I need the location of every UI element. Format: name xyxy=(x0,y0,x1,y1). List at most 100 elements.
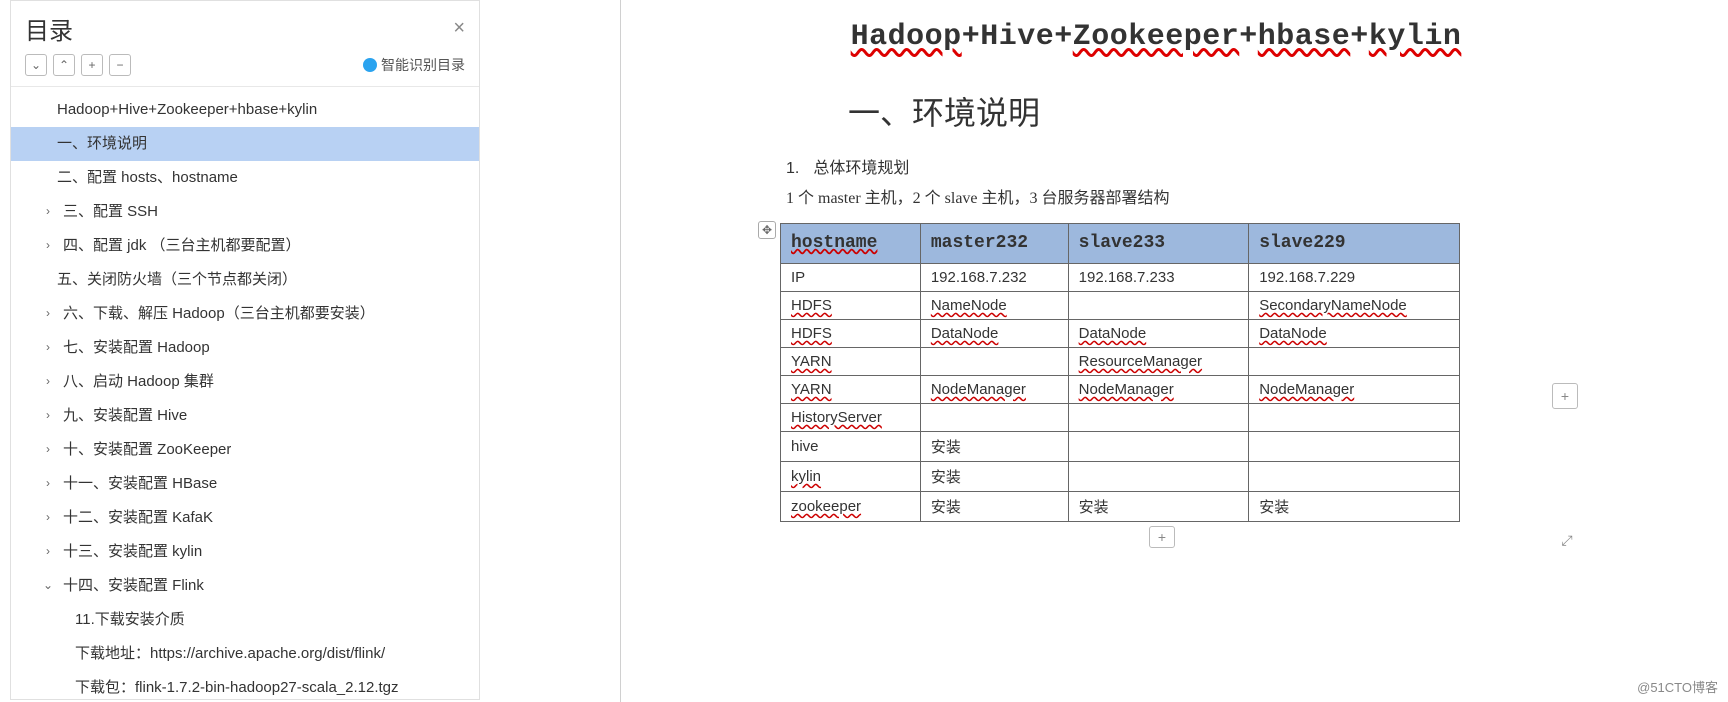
outline-item[interactable]: ›七、安装配置 Hadoop xyxy=(11,331,479,365)
table-cell[interactable] xyxy=(1249,403,1460,431)
close-icon[interactable]: × xyxy=(453,17,465,40)
table-cell[interactable]: DataNode xyxy=(920,319,1068,347)
chevron-right-icon[interactable]: › xyxy=(39,304,57,323)
table-cell[interactable]: YARN xyxy=(781,375,921,403)
table-cell[interactable]: NodeManager xyxy=(920,375,1068,403)
table-cell[interactable]: DataNode xyxy=(1249,319,1460,347)
table-cell[interactable] xyxy=(1249,347,1460,375)
table-cell[interactable]: NameNode xyxy=(920,291,1068,319)
outline-item[interactable]: Hadoop+Hive+Zookeeper+hbase+kylin xyxy=(11,93,479,127)
table-cell[interactable] xyxy=(1249,461,1460,491)
table-row[interactable]: hive安装 xyxy=(781,431,1460,461)
table-cell[interactable]: HDFS xyxy=(781,291,921,319)
chevron-right-icon[interactable]: › xyxy=(39,236,57,255)
outline-item[interactable]: 11.下载安装介质 xyxy=(11,603,479,637)
table-header[interactable]: slave233 xyxy=(1068,223,1249,263)
table-cell[interactable]: zookeeper xyxy=(781,491,921,521)
table-header[interactable]: master232 xyxy=(920,223,1068,263)
env-table[interactable]: hostnamemaster232slave233slave229IP192.1… xyxy=(780,223,1460,522)
outline-item[interactable]: › 十三、安装配置 kylin xyxy=(11,535,479,569)
outline-label: 十三、安装配置 kylin xyxy=(63,540,202,564)
outline-label: 十一、安装配置 HBase xyxy=(63,472,217,496)
table-cell[interactable]: 安装 xyxy=(920,461,1068,491)
outline-item[interactable]: 下载地址：https://archive.apache.org/dist/fli… xyxy=(11,637,479,671)
table-cell[interactable]: NodeManager xyxy=(1068,375,1249,403)
outline-item[interactable]: ⌄ 十四、安装配置 Flink xyxy=(11,569,479,603)
table-cell[interactable]: 安装 xyxy=(920,431,1068,461)
table-cell[interactable] xyxy=(1068,291,1249,319)
table-cell[interactable]: HistoryServer xyxy=(781,403,921,431)
chevron-right-icon[interactable]: › xyxy=(39,508,57,527)
table-cell[interactable]: ResourceManager xyxy=(1068,347,1249,375)
chevron-right-icon[interactable]: › xyxy=(39,372,57,391)
table-row[interactable]: HDFSDataNodeDataNodeDataNode xyxy=(781,319,1460,347)
chevron-down-icon[interactable]: ⌄ xyxy=(39,576,57,595)
table-row[interactable]: YARNNodeManagerNodeManagerNodeManager xyxy=(781,375,1460,403)
chevron-right-icon[interactable]: › xyxy=(39,202,57,221)
table-cell[interactable] xyxy=(920,347,1068,375)
smart-detect-label: 智能识别目录 xyxy=(381,55,465,75)
table-cell[interactable] xyxy=(1068,403,1249,431)
document-page: Hadoop+Hive+Zookeeper+hbase+kylin 一、环境说明… xyxy=(768,0,1544,702)
chevron-right-icon[interactable]: › xyxy=(39,440,57,459)
outline-item[interactable]: › 八、启动 Hadoop 集群 xyxy=(11,365,479,399)
table-cell[interactable]: 192.168.7.229 xyxy=(1249,263,1460,291)
table-cell[interactable]: 192.168.7.233 xyxy=(1068,263,1249,291)
table-cell[interactable]: NodeManager xyxy=(1249,375,1460,403)
table-row[interactable]: IP192.168.7.232192.168.7.233192.168.7.22… xyxy=(781,263,1460,291)
outline-label: 六、下载、解压 Hadoop（三台主机都要安装） xyxy=(63,302,375,326)
outline-label: 十、安装配置 ZooKeeper xyxy=(63,438,231,462)
expand-up-button[interactable]: ⌃ xyxy=(53,54,75,76)
add-level-button[interactable]: + xyxy=(81,54,103,76)
outline-item[interactable]: 下载包：flink-1.7.2-bin-hadoop27-scala_2.12.… xyxy=(11,671,479,699)
table-cell[interactable]: 安装 xyxy=(920,491,1068,521)
collapse-all-button[interactable]: ⌄ xyxy=(25,54,47,76)
table-row[interactable]: YARN ResourceManager xyxy=(781,347,1460,375)
chevron-right-icon[interactable]: › xyxy=(39,474,57,493)
add-column-button[interactable]: + xyxy=(1552,383,1578,409)
outline-item[interactable]: › 三、配置 SSH xyxy=(11,195,479,229)
smart-detect-button[interactable]: 智能识别目录 xyxy=(363,55,465,75)
add-row-button[interactable]: + xyxy=(1149,526,1175,548)
chevron-right-icon[interactable]: › xyxy=(39,406,57,425)
expand-table-icon[interactable]: ⤢ xyxy=(1556,530,1578,552)
table-move-handle[interactable]: ✥ xyxy=(758,221,776,239)
table-cell[interactable] xyxy=(1068,431,1249,461)
outline-item[interactable]: 五、关闭防火墙（三个节点都关闭） xyxy=(11,263,479,297)
table-cell[interactable]: 192.168.7.232 xyxy=(920,263,1068,291)
chevron-right-icon[interactable]: › xyxy=(39,542,57,561)
table-cell[interactable]: SecondaryNameNode xyxy=(1249,291,1460,319)
outline-item[interactable]: 二、配置 hosts、hostname xyxy=(11,161,479,195)
table-row[interactable]: HistoryServer xyxy=(781,403,1460,431)
outline-item[interactable]: › 十、安装配置 ZooKeeper xyxy=(11,433,479,467)
outline-label: 八、启动 Hadoop 集群 xyxy=(63,370,214,394)
table-cell[interactable] xyxy=(1068,461,1249,491)
table-cell[interactable]: HDFS xyxy=(781,319,921,347)
table-cell[interactable]: hive xyxy=(781,431,921,461)
outline-item[interactable]: ›十二、安装配置 KafaK xyxy=(11,501,479,535)
table-header[interactable]: hostname xyxy=(781,223,921,263)
table-row[interactable]: zookeeper安装安装安装 xyxy=(781,491,1460,521)
outline-label: 三、配置 SSH xyxy=(63,200,158,224)
outline-label: 十四、安装配置 Flink xyxy=(63,574,204,598)
table-cell[interactable]: IP xyxy=(781,263,921,291)
outline-list[interactable]: Hadoop+Hive+Zookeeper+hbase+kylin一、环境说明二… xyxy=(11,86,479,699)
table-cell[interactable]: 安装 xyxy=(1249,491,1460,521)
table-cell[interactable] xyxy=(920,403,1068,431)
outline-item[interactable]: 一、环境说明 xyxy=(11,127,479,161)
outline-item[interactable]: › 十一、安装配置 HBase xyxy=(11,467,479,501)
table-cell[interactable]: DataNode xyxy=(1068,319,1249,347)
chevron-right-icon[interactable]: › xyxy=(39,338,57,357)
remove-level-button[interactable]: − xyxy=(109,54,131,76)
table-row[interactable]: kylin安装 xyxy=(781,461,1460,491)
outline-item[interactable]: ›四、配置 jdk （三台主机都要配置） xyxy=(11,229,479,263)
table-cell[interactable] xyxy=(1249,431,1460,461)
table-cell[interactable]: 安装 xyxy=(1068,491,1249,521)
table-cell[interactable]: YARN xyxy=(781,347,921,375)
sidebar-header: 目录 × xyxy=(11,1,479,48)
outline-item[interactable]: ›九、安装配置 Hive xyxy=(11,399,479,433)
outline-item[interactable]: › 六、下载、解压 Hadoop（三台主机都要安装） xyxy=(11,297,479,331)
table-header[interactable]: slave229 xyxy=(1249,223,1460,263)
table-row[interactable]: HDFSNameNode SecondaryNameNode xyxy=(781,291,1460,319)
table-cell[interactable]: kylin xyxy=(781,461,921,491)
